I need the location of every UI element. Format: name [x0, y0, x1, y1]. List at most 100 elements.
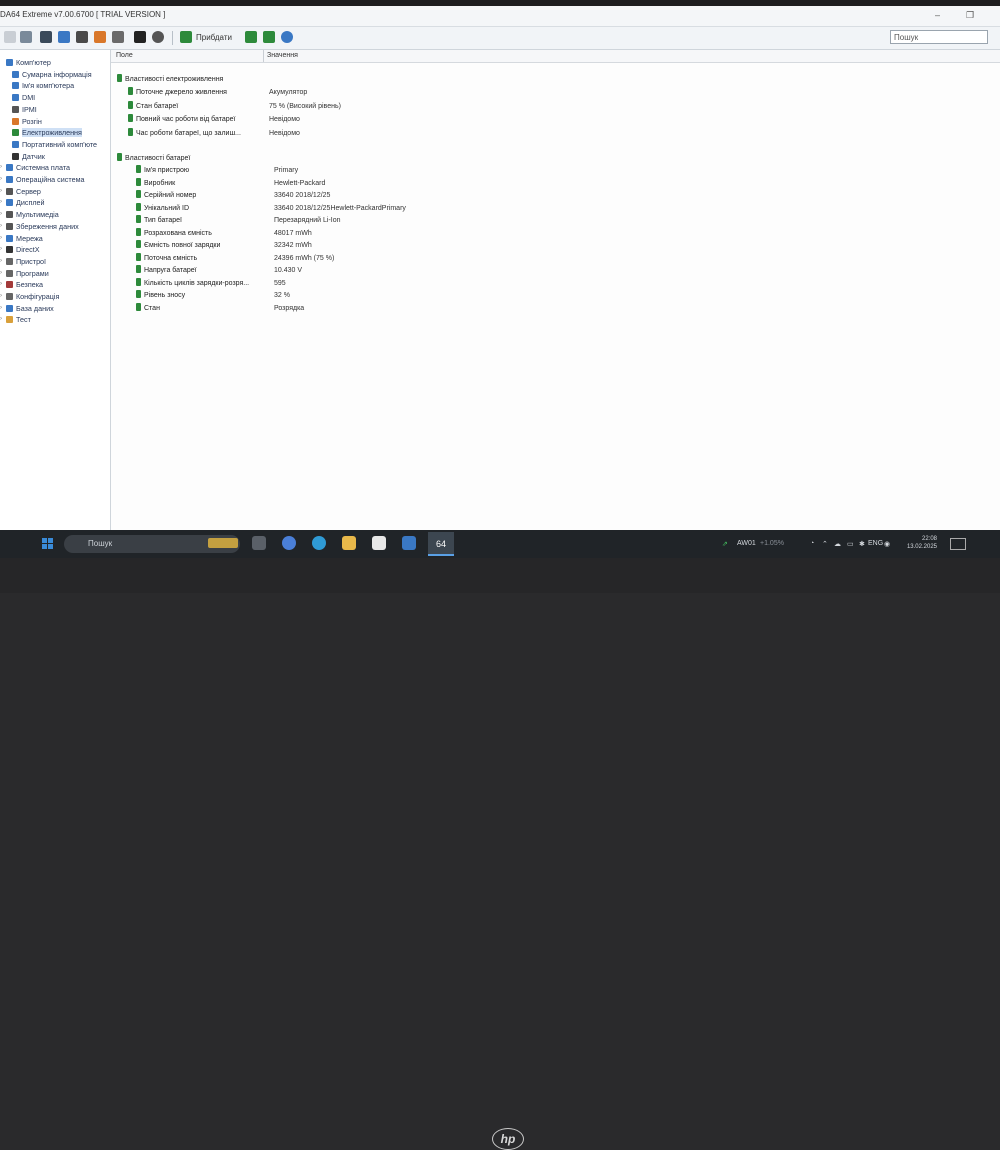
aida64-taskbar-button[interactable]: 64: [428, 532, 454, 556]
speedometer-icon[interactable]: [152, 31, 164, 43]
table-row[interactable]: Стан батареї 75 % (Високий рівень): [128, 100, 828, 112]
expand-arrow-icon[interactable]: ›: [0, 270, 2, 276]
user-icon[interactable]: [58, 31, 70, 43]
tree-item-database[interactable]: База даних: [6, 304, 54, 314]
value-column-header[interactable]: Значення: [267, 52, 298, 59]
bluetooth-icon[interactable]: ✱: [859, 540, 865, 548]
download-up-icon[interactable]: [245, 31, 257, 43]
expand-arrow-icon[interactable]: ›: [0, 188, 2, 194]
search-icon[interactable]: [281, 31, 293, 43]
expand-arrow-icon[interactable]: ›: [0, 235, 2, 241]
tree-item-server[interactable]: Сервер: [6, 187, 41, 197]
tree-item-security[interactable]: Безпека: [6, 280, 43, 290]
fps-icon[interactable]: [134, 31, 146, 43]
language-indicator[interactable]: ENG: [868, 540, 883, 547]
tree-item-test[interactable]: Тест: [6, 315, 31, 325]
copilot-icon[interactable]: [282, 536, 296, 550]
table-row[interactable]: Поточна ємність 24396 mWh (75 %): [136, 252, 836, 264]
tree-item-devices[interactable]: Пристрої: [6, 257, 46, 267]
cloud-icon[interactable]: ☁: [834, 540, 841, 548]
tree-item-config[interactable]: Конфігурація: [6, 292, 59, 302]
expand-arrow-icon[interactable]: ›: [0, 281, 2, 287]
table-row[interactable]: Унікальний ID 33640 2018/12/25Hewlett-Pac…: [136, 202, 836, 214]
expand-arrow-icon[interactable]: ›: [0, 258, 2, 264]
battery-tray-icon[interactable]: ▭: [847, 540, 854, 548]
tree-item-ipmi[interactable]: IPMI: [12, 105, 37, 115]
tree-item-power[interactable]: Електроживлення: [12, 128, 82, 138]
ipmi-icon: [12, 105, 19, 113]
tree-item-summary[interactable]: Сумарна інформація: [12, 70, 92, 80]
tree-item-network[interactable]: Мережа: [6, 234, 43, 244]
tree-item-display[interactable]: Дисплей: [6, 198, 45, 208]
test-icon: [6, 316, 13, 324]
expand-arrow-icon[interactable]: ›: [0, 164, 2, 170]
volume-icon[interactable]: ◉: [884, 540, 890, 548]
tree-item-dmi[interactable]: DMI: [12, 93, 35, 103]
field-column-header[interactable]: Поле: [116, 52, 133, 59]
mail-icon[interactable]: [402, 536, 416, 550]
os-icon: [6, 176, 13, 183]
tray-app-label[interactable]: AW01: [737, 540, 756, 547]
clock[interactable]: 22:08 13.02.2025: [897, 535, 937, 551]
portable-icon: [12, 140, 19, 148]
table-row[interactable]: Повний час роботи від батареї Невідомо: [128, 114, 828, 125]
tree-item-os[interactable]: Операційна система: [6, 175, 85, 185]
download-down-icon[interactable]: [263, 31, 275, 43]
tree-item-multimedia[interactable]: Мультимедіа: [6, 210, 59, 220]
report-button-label[interactable]: Прибдати: [196, 33, 232, 42]
expand-arrow-icon[interactable]: ›: [0, 199, 2, 205]
tree-item-overclock[interactable]: Розгін: [12, 117, 42, 127]
expand-arrow-icon[interactable]: ›: [0, 293, 2, 299]
maximize-button[interactable]: ❐: [966, 10, 974, 21]
tree-item-portable[interactable]: Портативний комп'юте: [12, 140, 97, 150]
tree-item-programs[interactable]: Програми: [6, 269, 49, 279]
table-row[interactable]: Поточне джерело живлення Акумулятор: [128, 87, 828, 98]
chevron-up-icon[interactable]: ⌃: [822, 540, 828, 548]
refresh-icon[interactable]: [40, 31, 52, 43]
expand-arrow-icon[interactable]: ›: [0, 176, 2, 182]
row-value: Hewlett-Packard: [274, 179, 326, 187]
row-value: 32342 mWh: [274, 242, 312, 249]
tree-item-label: Датчик: [22, 151, 45, 161]
table-row[interactable]: Виробник Hewlett-Packard: [136, 177, 836, 189]
table-row[interactable]: Ємність повної зарядки 32342 mWh: [136, 240, 836, 251]
table-row[interactable]: Час роботи батареї, що залиш... Невідомо: [128, 127, 828, 139]
table-row[interactable]: Стан Розрядка: [136, 302, 836, 314]
tree-item-directx[interactable]: DirectX: [6, 245, 40, 255]
tree-item-sensor[interactable]: Датчик: [12, 152, 45, 162]
expand-arrow-icon[interactable]: ›: [0, 211, 2, 217]
back-icon[interactable]: [4, 31, 16, 43]
table-row[interactable]: Напруга батареї 10.430 V: [136, 265, 836, 276]
tree-item-computer[interactable]: Комп'ютер: [6, 58, 51, 68]
tree-item-computer-name[interactable]: Ім'я комп'ютера: [12, 81, 74, 91]
table-row[interactable]: Кількість циклів зарядки-розря... 595: [136, 277, 836, 289]
pc-icon[interactable]: [76, 31, 88, 43]
window-title: DA64 Extreme v7.00.6700 [ TRIAL VERSION …: [0, 10, 166, 19]
search-input[interactable]: Пошук: [890, 30, 988, 44]
chart-icon[interactable]: [112, 31, 124, 43]
report-icon[interactable]: [180, 31, 192, 43]
tree-item-storage[interactable]: Збереження даних: [6, 222, 79, 232]
edge-icon[interactable]: [312, 536, 326, 550]
table-row[interactable]: Серійний номер 33640 2018/12/25: [136, 190, 836, 201]
table-row[interactable]: Тип батареї Перезарядний Li-Ion: [136, 215, 836, 226]
minimize-button[interactable]: –: [935, 10, 940, 20]
expand-arrow-icon[interactable]: ›: [0, 316, 2, 322]
expand-arrow-icon[interactable]: ›: [0, 223, 2, 229]
row-value: 75 % (Високий рівень): [269, 102, 341, 110]
file-explorer-icon[interactable]: [342, 536, 356, 550]
task-view-icon[interactable]: [252, 536, 266, 550]
store-icon[interactable]: [372, 536, 386, 550]
expand-arrow-icon[interactable]: ›: [0, 246, 2, 252]
tree-item-motherboard[interactable]: Системна плата: [6, 163, 70, 173]
wrench-icon[interactable]: [94, 31, 106, 43]
notifications-icon[interactable]: [950, 538, 966, 550]
wifi-icon[interactable]: ◔: [810, 540, 814, 547]
start-button[interactable]: [42, 538, 54, 550]
table-row[interactable]: Рівень зносу 32 %: [136, 290, 836, 301]
forward-icon[interactable]: [20, 31, 32, 43]
column-divider[interactable]: [263, 50, 264, 62]
table-row[interactable]: Ім'я пристрою Primary: [136, 165, 836, 176]
expand-arrow-icon[interactable]: ›: [0, 305, 2, 311]
table-row[interactable]: Розрахована ємність 48017 mWh: [136, 227, 836, 239]
